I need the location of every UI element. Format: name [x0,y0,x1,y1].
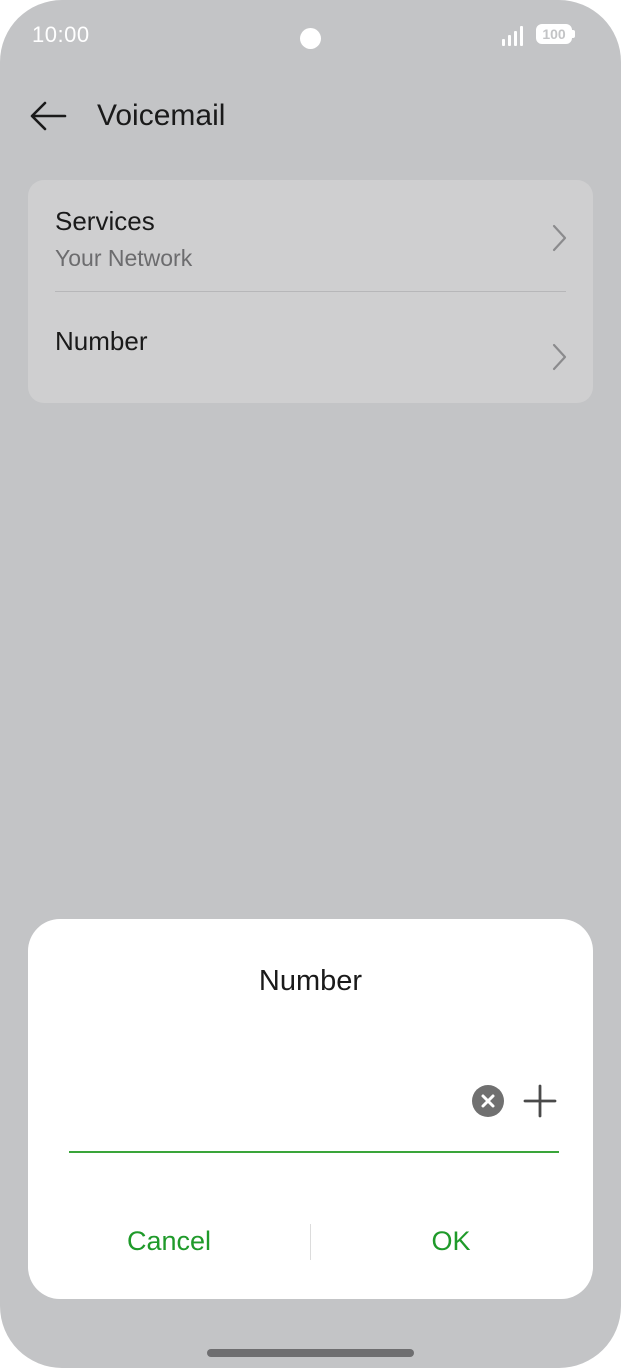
battery-nub [572,30,575,38]
signal-icon [502,26,523,46]
clear-icon[interactable] [472,1085,504,1117]
number-input[interactable] [69,1077,459,1123]
battery-level: 100 [542,26,566,42]
number-title: Number [55,326,148,356]
battery-icon: 100 [536,24,572,44]
dialog-title: Number [258,965,363,997]
input-underline [69,1151,559,1153]
chevron-right-icon [552,224,567,252]
phone-screen: 10:00 100 Voicemail Services Your Networ… [0,0,621,1368]
front-camera [300,28,321,49]
services-title: Services [55,206,155,236]
chevron-right-icon [552,343,567,371]
services-subtitle: Your Network [55,245,193,271]
number-row[interactable]: Number [28,292,593,403]
number-dialog: Number Cancel OK [28,919,593,1299]
status-time: 10:00 [32,22,90,47]
home-indicator[interactable] [207,1349,414,1357]
add-contact-icon[interactable] [522,1083,558,1119]
page-title: Voicemail [97,99,226,132]
cancel-button[interactable]: Cancel [28,1219,310,1263]
services-row[interactable]: Services Your Network [28,180,593,291]
back-arrow-icon[interactable] [28,96,68,136]
ok-button[interactable]: OK [310,1219,592,1263]
settings-card: Services Your Network Number [28,180,593,403]
